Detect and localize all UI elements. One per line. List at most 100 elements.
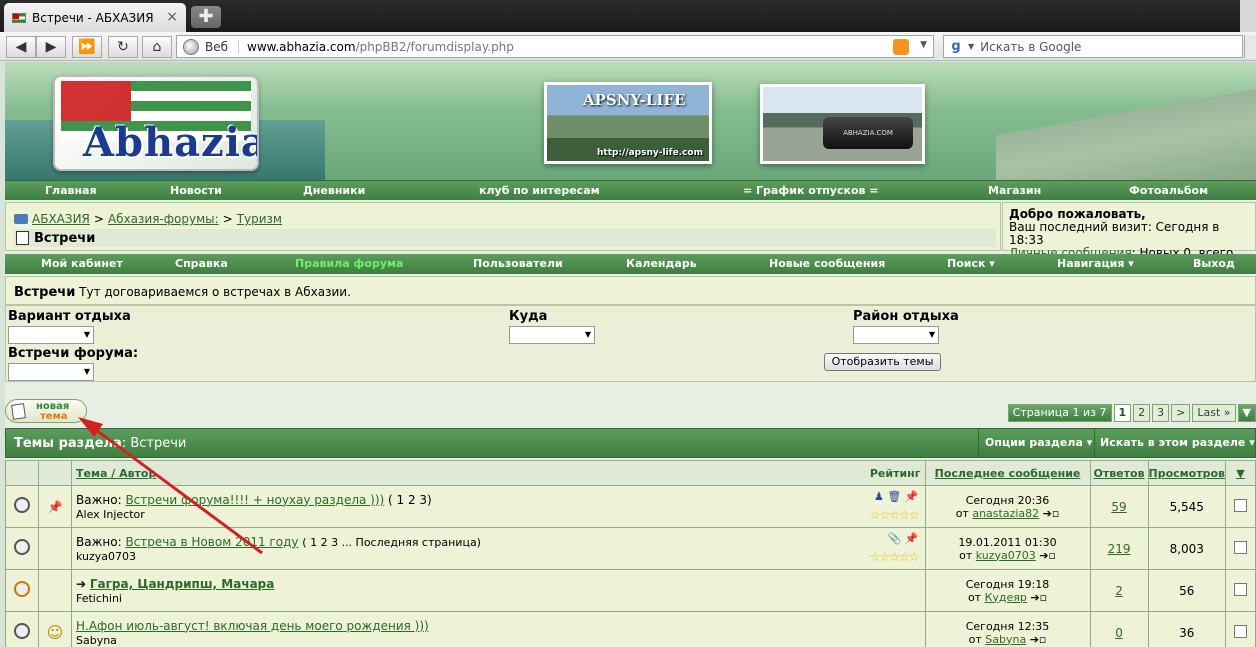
rss-icon[interactable] [893,39,909,55]
topic-link[interactable]: Гагра, Цандрипш, Мачара [90,577,274,591]
breadcrumb-home[interactable]: АБХАЗИЯ [32,212,90,226]
topic-checkbox[interactable] [1234,624,1247,638]
sort-replies[interactable]: Ответов [1089,460,1149,486]
filter-variant-select[interactable] [8,326,94,344]
goto-last-icon[interactable]: ➔▫ [1039,549,1056,562]
nav-forum-rules[interactable]: Правила форума [295,257,403,270]
chevron-down-icon[interactable]: ▼ [968,42,974,51]
nav-search[interactable]: Поиск ▾ [947,257,995,270]
last-post-from: от [968,632,982,646]
page-last[interactable]: Last » [1192,404,1236,422]
views-count: 5,545 [1169,499,1204,514]
nav-new-posts[interactable]: Новые сообщения [769,257,885,270]
page-next[interactable]: > [1171,404,1191,422]
replies-count[interactable]: 0 [1115,626,1123,640]
apsny-life-banner[interactable]: APSNY-LIFE http://apsny-life.com [544,82,712,164]
sort-last-post[interactable]: Последнее сообщение [924,460,1091,486]
topic-link[interactable]: Встреча в Новом 2011 году [125,535,298,549]
home-icon[interactable] [14,214,28,224]
topic-checkbox[interactable] [1234,498,1247,512]
smile-icon: ☺ [46,623,64,642]
topic-pages[interactable]: ( 1 2 3 ... Последняя страница) [302,536,481,549]
last-post-time: Сегодня 12:35 [965,619,1050,633]
filter-meetings-select[interactable] [8,363,94,381]
new-topic-button[interactable]: новая тема [5,399,87,423]
breadcrumb-forums[interactable]: Абхазия-форумы: [108,212,219,226]
replies-count[interactable]: 2 [1115,584,1123,598]
topic-author[interactable]: Fetichini [76,592,925,605]
search-input[interactable]: g ▼ Искать в Google [943,35,1243,58]
filter-region-select[interactable] [853,326,939,344]
nav-photo-album[interactable]: Фотоальбом [1129,184,1208,197]
goto-last-icon[interactable]: ➔▫ [1030,591,1047,604]
select-dropdown[interactable]: ▼ [1225,460,1256,486]
goto-last-icon[interactable]: ➔▫ [1030,633,1047,646]
nav-help[interactable]: Справка [175,257,228,270]
topics-title-rest: : Встречи [121,436,187,451]
topic-author[interactable]: kuzya0703 [76,550,925,563]
top-navigation: Главная Новости Дневники клуб по интерес… [5,180,1256,200]
browser-tab[interactable]: Встречи - АБХАЗИЯ × [4,3,186,32]
nav-my-cabinet[interactable]: Мой кабинет [41,257,123,270]
replies-count[interactable]: 219 [1108,542,1131,556]
topic-link[interactable]: Встречи форума!!!! + ноухау раздела ))) [125,493,384,507]
home-button[interactable]: ⌂ [142,36,172,58]
replies-count[interactable]: 59 [1111,500,1126,514]
abhazia-com-banner[interactable]: ABHAZIA.COM [760,84,925,164]
sort-rating[interactable]: Рейтинг [870,467,921,480]
fast-forward-button[interactable]: ⏩ [72,36,102,58]
nav-news[interactable]: Новости [170,184,222,197]
page-info[interactable]: Страница 1 из 7 [1007,404,1112,422]
address-bar[interactable]: Веб www.abhazia.com /phpBB2/forumdisplay… [176,35,934,58]
sort-author[interactable]: Автор [119,467,156,480]
back-button[interactable]: ◀ [6,36,36,58]
google-icon[interactable]: g [948,39,964,55]
nav-navigation[interactable]: Навигация ▾ [1057,257,1134,270]
nav-clubs[interactable]: клуб по интересам [479,184,600,197]
page-3[interactable]: 3 [1152,404,1170,422]
topic-filters: Вариант отдыха Куда Район отдыха Встречи… [5,305,1256,382]
last-post-author[interactable]: kuzya0703 [976,549,1036,562]
topic-checkbox[interactable] [1234,582,1247,596]
sort-topic[interactable]: Тема [76,467,107,480]
chevron-down-icon[interactable]: ▼ [920,40,927,50]
reload-button[interactable]: ↻ [108,36,138,58]
nav-home[interactable]: Главная [45,184,97,197]
sort-views[interactable]: Просмотров [1147,460,1227,486]
topic-status-icon [14,539,30,555]
forum-name: Встречи [14,285,76,300]
last-post-cell: Сегодня 12:35 от Sabyna ➔▫ [924,611,1091,647]
nav-vacation-schedule[interactable]: = График отпусков = [743,184,879,197]
pager-dropdown[interactable]: ▼ [1237,404,1256,422]
select-cell [1225,611,1256,647]
table-row: ☺ Н.Афон июль-август! включая день моего… [5,611,1256,647]
topic-author[interactable]: Sabyna [76,634,925,647]
show-topics-button[interactable]: Отобразить темы [824,353,941,371]
nav-shop[interactable]: Магазин [988,184,1041,197]
breadcrumb-tourism[interactable]: Туризм [237,212,282,226]
close-tab-icon[interactable]: × [166,9,178,25]
last-post-author[interactable]: Кудеяр [985,591,1027,604]
goto-last-icon[interactable]: ➔▫ [1043,507,1060,520]
topic-author[interactable]: Alex Injector [76,508,925,521]
page-1[interactable]: 1 [1113,404,1132,422]
last-post-author[interactable]: Sabyna [985,633,1026,646]
search-forum-menu[interactable]: Искать в этом разделе ▾ [1100,436,1255,449]
forward-button[interactable]: ▶ [36,36,66,58]
new-tab-button[interactable]: ✚ [191,6,221,28]
url-path: /phpBB2/forumdisplay.php [355,39,514,54]
breadcrumb-separator: > [93,212,104,226]
nav-diaries[interactable]: Дневники [303,184,365,197]
site-logo[interactable]: Abhazia [53,75,259,171]
topic-checkbox[interactable] [1234,540,1247,554]
forum-options-menu[interactable]: Опции раздела ▾ [985,436,1092,449]
header-topic-col: Тема / Автор Рейтинг [71,460,926,486]
nav-users[interactable]: Пользователи [473,257,563,270]
nav-logout[interactable]: Выход [1193,257,1235,270]
filter-where-select[interactable] [509,326,595,344]
nav-calendar[interactable]: Календарь [626,257,697,270]
page-2[interactable]: 2 [1133,404,1151,422]
topic-pages[interactable]: ( 1 2 3) [388,493,432,507]
topic-link[interactable]: Н.Афон июль-август! включая день моего р… [76,619,429,633]
last-post-author[interactable]: anastazia82 [972,507,1039,520]
